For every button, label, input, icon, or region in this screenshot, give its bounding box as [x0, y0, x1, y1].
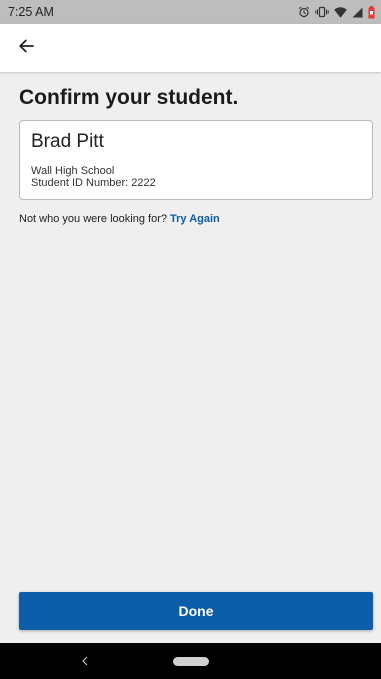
- nav-back-icon[interactable]: [78, 654, 92, 668]
- student-school: Wall High School: [31, 165, 115, 177]
- student-name: Brad Pitt: [31, 131, 104, 152]
- status-time: 7:25 AM: [8, 5, 54, 19]
- not-who-label: Not who you were looking for?: [19, 213, 171, 225]
- back-button[interactable]: [10, 32, 42, 64]
- signal-icon: [352, 7, 363, 18]
- battery-icon: [368, 5, 375, 19]
- wifi-icon: [334, 6, 347, 18]
- not-who-text: Not who you were looking for? Try Again: [19, 213, 220, 225]
- try-again-link[interactable]: Try Again: [170, 213, 220, 225]
- status-icons: [298, 5, 375, 19]
- arrow-left-icon: [18, 38, 34, 59]
- vibrate-icon: [315, 6, 329, 18]
- student-id-number: Student ID Number: 2222: [31, 177, 156, 189]
- page-title: Confirm your student.: [19, 86, 239, 109]
- alarm-icon: [298, 6, 310, 18]
- done-button[interactable]: Done: [19, 592, 373, 630]
- confirm-student-screen: 7:25 AM Confirm your student. Brad Pitt …: [0, 0, 381, 679]
- nav-home-pill-icon[interactable]: [173, 657, 209, 666]
- system-nav-bar: [0, 643, 381, 679]
- status-bar: 7:25 AM: [0, 0, 381, 24]
- app-bar: [0, 24, 381, 72]
- student-card: Brad Pitt Wall High School Student ID Nu…: [19, 120, 373, 200]
